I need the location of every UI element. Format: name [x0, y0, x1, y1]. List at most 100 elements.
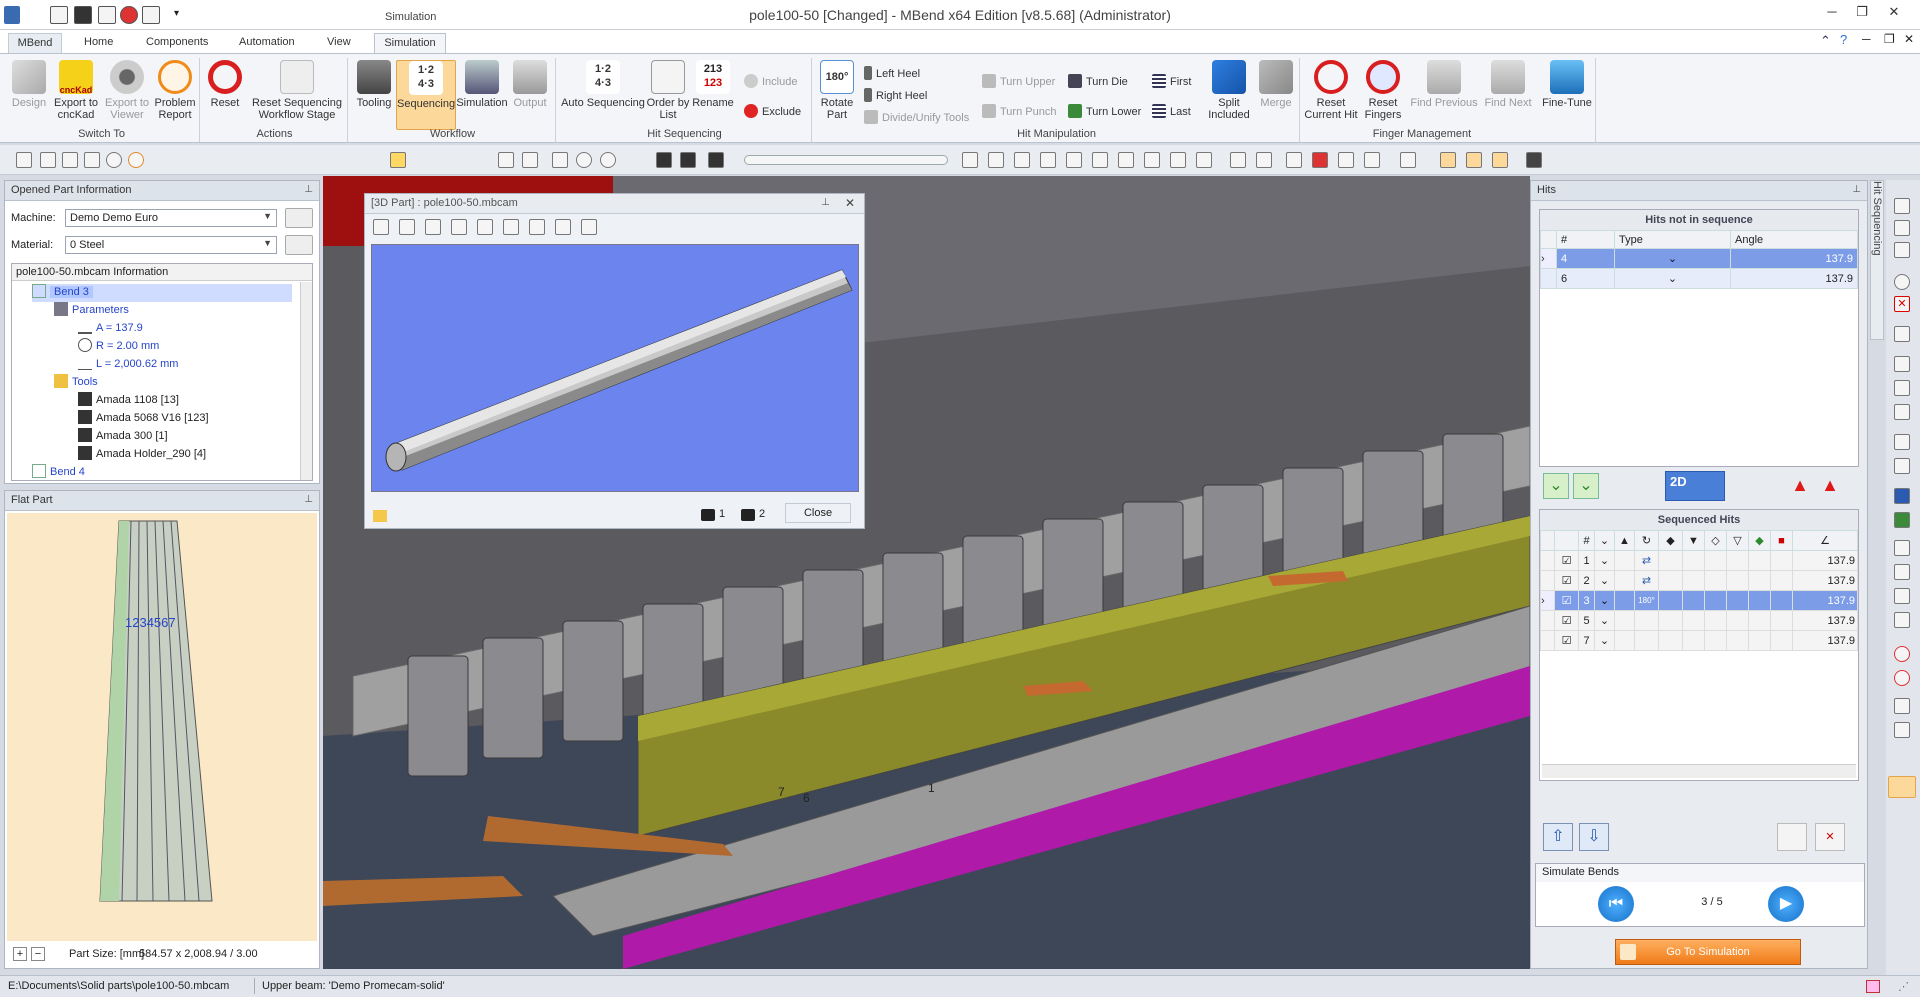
tab-home[interactable]: Home	[76, 33, 121, 53]
tool-pan-icon[interactable]	[522, 152, 538, 168]
camera-1-icon[interactable]	[701, 509, 715, 521]
tool-die-icon[interactable]	[1286, 152, 1302, 168]
exclude-button[interactable]: Exclude	[744, 104, 801, 118]
view-bottom-icon[interactable]	[1092, 152, 1108, 168]
tab-automation[interactable]: Automation	[231, 33, 303, 53]
arrow-up-button[interactable]: ⇧	[1543, 823, 1573, 851]
include-checkbox[interactable]: ☑	[1554, 630, 1579, 651]
merge-button[interactable]: Merge	[1254, 60, 1298, 109]
tab-simulation[interactable]: Simulation	[374, 33, 446, 53]
doc-minimize-button[interactable]: ─	[1862, 32, 1871, 46]
tree-tool-2[interactable]: Amada 5068 V16 [123]	[78, 410, 209, 428]
side-tool-2-icon[interactable]	[1894, 220, 1910, 236]
table-row[interactable]: ☑ 7 ⌄ 137.9	[1540, 630, 1858, 651]
tool-step-icon[interactable]	[680, 152, 696, 168]
find-previous-button[interactable]: Find Previous	[1410, 60, 1478, 109]
view-back-icon[interactable]	[988, 152, 1004, 168]
measure-icon[interactable]	[373, 510, 387, 522]
simulation-button[interactable]: Simulation	[456, 60, 508, 109]
include-button[interactable]: Include	[744, 74, 797, 88]
right-heel-button[interactable]: Right Heel	[864, 88, 927, 102]
pin-icon[interactable]: ⊥	[304, 494, 313, 505]
side-tool-12-icon[interactable]	[1894, 512, 1910, 528]
side-find-next-icon[interactable]	[1894, 722, 1910, 738]
tree-length[interactable]: L = 2,000.62 mm	[78, 356, 178, 374]
rename-button[interactable]: 213 123 Rename	[690, 60, 736, 109]
previous-bend-button[interactable]: ⏮	[1598, 886, 1634, 922]
tool-stop-icon[interactable]	[1364, 152, 1380, 168]
move-up-button[interactable]: ▲	[1787, 473, 1813, 499]
tree-tool-4[interactable]: Amada Holder_290 [4]	[78, 446, 206, 464]
zoom-out-button[interactable]: −	[31, 947, 45, 961]
doc-close-button[interactable]: ✕	[1904, 32, 1914, 46]
tool-zoom-fit-icon[interactable]	[600, 152, 616, 168]
tree-parameters[interactable]: Parameters	[54, 302, 129, 320]
reset-button[interactable]: Reset	[204, 60, 246, 109]
last-button[interactable]: Last	[1152, 104, 1191, 118]
side-tool-11-icon[interactable]	[1894, 488, 1910, 504]
tool-export-icon[interactable]	[62, 152, 78, 168]
order-by-list-button[interactable]: Order by List	[646, 60, 690, 121]
close-icon[interactable]: ✕	[845, 196, 855, 210]
side-tab-hit-sequencing[interactable]: Hit Sequencing	[1870, 180, 1884, 340]
side-find-prev-icon[interactable]	[1894, 698, 1910, 714]
doc-restore-button[interactable]: ❐	[1884, 32, 1895, 46]
tool-zoom-window-icon[interactable]	[552, 152, 568, 168]
view-left-icon[interactable]	[1014, 152, 1030, 168]
tab-view[interactable]: View	[319, 33, 359, 53]
side-tool-5-icon[interactable]	[1894, 326, 1910, 342]
rotate-part-button[interactable]: 180° Rotate Part	[816, 60, 858, 121]
move-up-all-button[interactable]: ▲	[1817, 473, 1843, 499]
side-tool-10-icon[interactable]	[1894, 458, 1910, 474]
tab-components[interactable]: Components	[138, 33, 216, 53]
tool-play-icon[interactable]	[656, 152, 672, 168]
reset-sequencing-workflow-button[interactable]: Reset Sequencing Workflow Stage	[248, 60, 346, 121]
arrow-down-button[interactable]: ⇩	[1579, 823, 1609, 851]
side-list-3-icon[interactable]	[1894, 588, 1910, 604]
pin-icon[interactable]: ⊥	[1852, 184, 1861, 195]
view-iso2-icon[interactable]	[555, 219, 571, 235]
table-row[interactable]: ☑ 2 ⌄ ⇄ 137.9	[1540, 570, 1858, 591]
divide-unify-tools-button[interactable]: Divide/Unify Tools	[864, 110, 969, 124]
view-iso3-icon[interactable]	[581, 219, 597, 235]
reset-fingers-button[interactable]: Reset Fingers	[1358, 60, 1408, 121]
side-tool-9-icon[interactable]	[1894, 434, 1910, 450]
tool-solid-icon[interactable]	[1526, 152, 1542, 168]
close-window-button[interactable]: ✕	[1882, 4, 1906, 22]
material-select[interactable]: 0 Steel ▼	[65, 236, 277, 254]
close-part-3d-button[interactable]: Close	[785, 503, 851, 523]
view-2d-button[interactable]: 2D	[1665, 471, 1725, 501]
tool-view-icon[interactable]	[106, 152, 122, 168]
turn-lower-button[interactable]: Turn Lower	[1068, 104, 1141, 118]
view-top-icon[interactable]	[477, 219, 493, 235]
view-top-icon[interactable]	[1066, 152, 1082, 168]
tool-lighting-icon[interactable]	[1466, 152, 1482, 168]
left-heel-button[interactable]: Left Heel	[864, 66, 920, 80]
side-list-4-icon[interactable]	[1894, 612, 1910, 628]
table-row[interactable]: 6 ⌄ 137.9	[1540, 268, 1858, 289]
tree-tool-1[interactable]: Amada 1108 [13]	[78, 392, 179, 410]
find-next-button[interactable]: Find Next	[1478, 60, 1538, 109]
view-back-icon[interactable]	[399, 219, 415, 235]
sequenced-horizontal-scrollbar[interactable]	[1542, 764, 1856, 778]
type-dropdown-icon[interactable]: ⌄	[1614, 248, 1731, 269]
tool-tooling-icon[interactable]	[40, 152, 56, 168]
side-tool-3-icon[interactable]	[1894, 242, 1910, 258]
zoom-in-button[interactable]: +	[13, 947, 27, 961]
side-sequencing-icon[interactable]	[1888, 776, 1916, 798]
split-included-button[interactable]: Split Included	[1204, 60, 1254, 121]
design-button[interactable]: Design	[6, 60, 52, 109]
side-close-icon[interactable]: ✕	[1894, 296, 1910, 312]
go-to-simulation-button[interactable]: Go To Simulation	[1615, 939, 1801, 965]
include-checkbox[interactable]: ☑	[1554, 610, 1579, 631]
simulation-slider[interactable]	[744, 155, 948, 165]
side-tool-1-icon[interactable]	[1894, 198, 1910, 214]
tool-design-icon[interactable]	[16, 152, 32, 168]
side-list-2-icon[interactable]	[1894, 564, 1910, 580]
status-alert-icon[interactable]	[1866, 980, 1880, 993]
tool-pause-icon[interactable]	[708, 152, 724, 168]
flat-part-canvas[interactable]: 1234567	[7, 513, 317, 941]
move-down-all-button[interactable]: ⌄	[1543, 473, 1569, 499]
view-iso3-icon[interactable]	[1170, 152, 1186, 168]
tooling-button[interactable]: Tooling	[352, 60, 396, 109]
